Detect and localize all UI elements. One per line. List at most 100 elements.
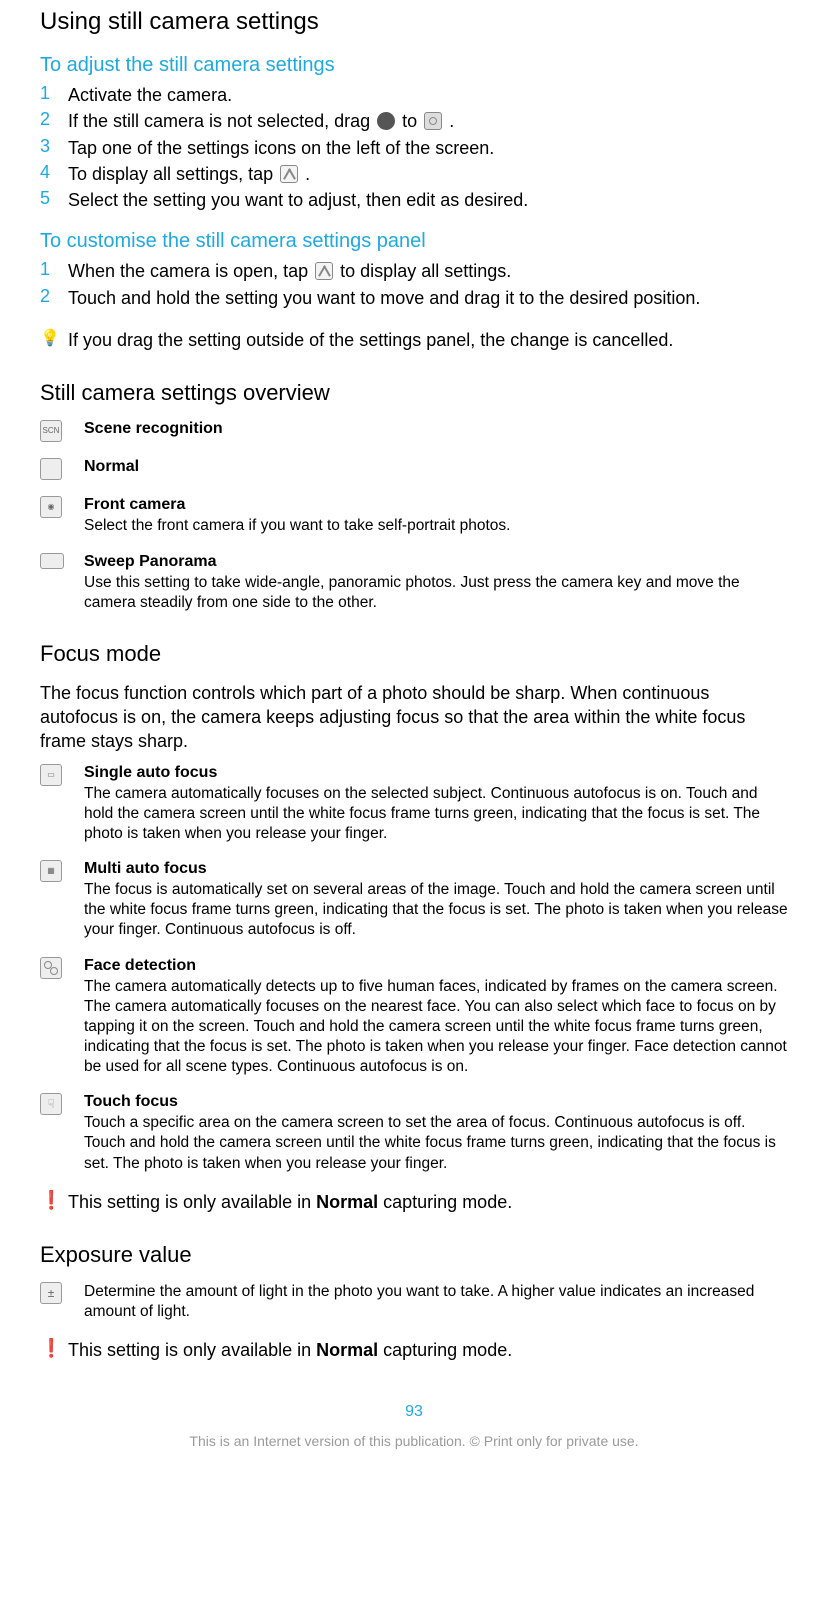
step-text: To display all settings, tap .	[68, 162, 788, 186]
text-fragment: When the camera is open, tap	[68, 261, 313, 281]
step-row: 5 Select the setting you want to adjust,…	[40, 188, 788, 212]
focus-intro: The focus function controls which part o…	[40, 681, 788, 754]
focus-desc: The camera automatically detects up to f…	[84, 977, 788, 1078]
important-note-row: ❗ This setting is only available in Norm…	[40, 1190, 788, 1214]
step-row: 3 Tap one of the settings icons on the l…	[40, 136, 788, 160]
footer-text: This is an Internet version of this publ…	[40, 1433, 788, 1449]
text-fragment: This setting is only available in	[68, 1192, 316, 1212]
heading-using: Using still camera settings	[40, 8, 788, 36]
heading-exposure: Exposure value	[40, 1242, 788, 1268]
settings-tools-icon	[280, 165, 298, 183]
overview-item: ◉ Front camera Select the front camera i…	[40, 496, 788, 536]
overview-item: Sweep Panorama Use this setting to take …	[40, 553, 788, 613]
focus-list: ▭ Single auto focus The camera automatic…	[40, 764, 788, 1174]
focus-desc: The camera automatically focuses on the …	[84, 784, 788, 844]
step-text: Select the setting you want to adjust, t…	[68, 188, 788, 212]
overview-title: Scene recognition	[84, 420, 788, 438]
scene-recognition-icon: SCN	[40, 420, 84, 442]
focus-title: Multi auto focus	[84, 860, 788, 878]
heading-overview: Still camera settings overview	[40, 380, 788, 406]
step-num: 2	[40, 109, 68, 130]
heading-focus-mode: Focus mode	[40, 641, 788, 667]
overview-item: Normal	[40, 458, 788, 480]
exposure-item: Determine the amount of light in the pho…	[40, 1282, 788, 1322]
step-num: 2	[40, 286, 68, 307]
text-fragment: capturing mode.	[378, 1192, 512, 1212]
exposure-list: Determine the amount of light in the pho…	[40, 1282, 788, 1322]
step-text: Activate the camera.	[68, 83, 788, 107]
focus-title: Face detection	[84, 957, 788, 975]
document-page: Using still camera settings To adjust th…	[0, 8, 828, 1597]
important-note-row: ❗ This setting is only available in Norm…	[40, 1338, 788, 1362]
focus-title: Touch focus	[84, 1093, 788, 1111]
note-text: This setting is only available in Normal…	[68, 1338, 788, 1362]
text-fragment: to display all settings.	[340, 261, 511, 281]
step-row: 2 If the still camera is not selected, d…	[40, 109, 788, 133]
overview-title: Sweep Panorama	[84, 553, 788, 571]
overview-desc: Use this setting to take wide-angle, pan…	[84, 573, 788, 613]
step-num: 5	[40, 188, 68, 209]
overview-body: Normal	[84, 458, 788, 478]
focus-body: Touch focus Touch a specific area on the…	[84, 1093, 788, 1173]
step-row: 4 To display all settings, tap .	[40, 162, 788, 186]
overview-desc: Select the front camera if you want to t…	[84, 516, 788, 536]
focus-desc: Touch a specific area on the camera scre…	[84, 1113, 788, 1173]
important-icon: ❗	[40, 1190, 68, 1211]
touch-focus-icon	[40, 1093, 84, 1115]
step-row: 2 Touch and hold the setting you want to…	[40, 286, 788, 310]
settings-tools-icon	[315, 262, 333, 280]
normal-mode-icon	[40, 458, 84, 480]
text-fragment: To display all settings, tap	[68, 164, 278, 184]
overview-list: SCN Scene recognition Normal ◉ Front cam…	[40, 420, 788, 612]
step-row: 1 Activate the camera.	[40, 83, 788, 107]
text-fragment: This setting is only available in	[68, 1340, 316, 1360]
exposure-value-icon	[40, 1282, 84, 1304]
focus-item: ▭ Single auto focus The camera automatic…	[40, 764, 788, 844]
tip-row: 💡 If you drag the setting outside of the…	[40, 328, 788, 352]
sweep-panorama-icon	[40, 553, 84, 569]
step-num: 1	[40, 259, 68, 280]
step-num: 1	[40, 83, 68, 104]
adjust-steps: 1 Activate the camera. 2 If the still ca…	[40, 83, 788, 212]
overview-body: Scene recognition	[84, 420, 788, 440]
step-text: If the still camera is not selected, dra…	[68, 109, 788, 133]
focus-item: Face detection The camera automatically …	[40, 957, 788, 1078]
focus-body: Face detection The camera automatically …	[84, 957, 788, 1078]
text-fragment: .	[305, 164, 310, 184]
step-text: When the camera is open, tap to display …	[68, 259, 788, 283]
text-fragment: .	[449, 111, 454, 131]
important-icon: ❗	[40, 1338, 68, 1359]
heading-customise: To customise the still camera settings p…	[40, 230, 788, 253]
text-fragment: capturing mode.	[378, 1340, 512, 1360]
focus-body: Multi auto focus The focus is automatica…	[84, 860, 788, 940]
focus-desc: The focus is automatically set on severa…	[84, 880, 788, 940]
step-text: Tap one of the settings icons on the lef…	[68, 136, 788, 160]
note-text: This setting is only available in Normal…	[68, 1190, 788, 1214]
heading-adjust: To adjust the still camera settings	[40, 54, 788, 77]
face-detection-icon	[40, 957, 84, 979]
overview-title: Front camera	[84, 496, 788, 514]
focus-title: Single auto focus	[84, 764, 788, 782]
text-fragment: If the still camera is not selected, dra…	[68, 111, 375, 131]
single-auto-focus-icon: ▭	[40, 764, 84, 786]
overview-item: SCN Scene recognition	[40, 420, 788, 442]
step-row: 1 When the camera is open, tap to displa…	[40, 259, 788, 283]
front-camera-icon: ◉	[40, 496, 84, 518]
overview-title: Normal	[84, 458, 788, 476]
text-bold: Normal	[316, 1340, 378, 1360]
multi-auto-focus-icon: ▦	[40, 860, 84, 882]
overview-body: Sweep Panorama Use this setting to take …	[84, 553, 788, 613]
tip-bulb-icon: 💡	[40, 328, 68, 348]
text-bold: Normal	[316, 1192, 378, 1212]
step-num: 4	[40, 162, 68, 183]
page-number: 93	[40, 1403, 788, 1421]
exposure-body: Determine the amount of light in the pho…	[84, 1282, 788, 1322]
focus-item: ▦ Multi auto focus The focus is automati…	[40, 860, 788, 940]
focus-item: Touch focus Touch a specific area on the…	[40, 1093, 788, 1173]
customise-steps: 1 When the camera is open, tap to displa…	[40, 259, 788, 310]
text-fragment: to	[402, 111, 422, 131]
tip-text: If you drag the setting outside of the s…	[68, 328, 788, 352]
step-num: 3	[40, 136, 68, 157]
overview-body: Front camera Select the front camera if …	[84, 496, 788, 536]
focus-body: Single auto focus The camera automatical…	[84, 764, 788, 844]
